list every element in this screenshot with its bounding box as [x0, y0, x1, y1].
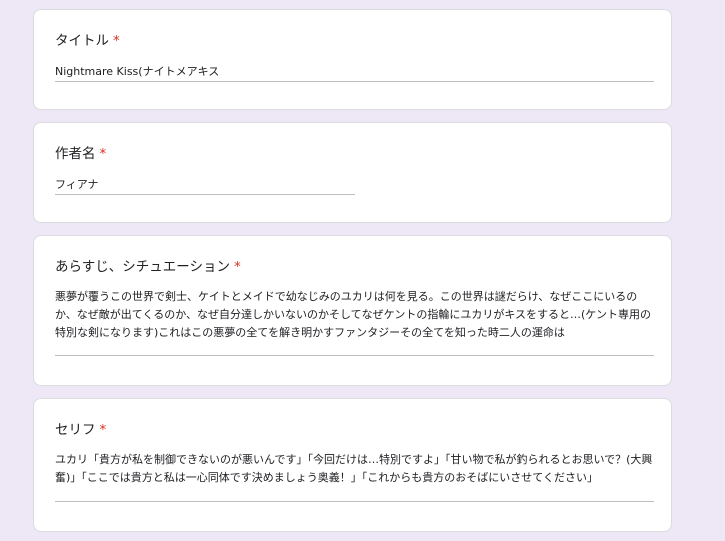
title-answer-field[interactable]: Nightmare Kiss(ナイトメアキス [55, 63, 654, 82]
lines-answer-field[interactable]: ユカリ「貴方が私を制御できないのが悪いんです」「今回だけは…特別ですよ」「甘い物… [55, 451, 654, 502]
required-mark: * [113, 33, 120, 49]
question-card-title: タイトル * Nightmare Kiss(ナイトメアキス [33, 9, 672, 110]
required-mark: * [233, 259, 241, 275]
question-card-synopsis: あらすじ、シチュエーション * 悪夢が覆うこの世界で剣士、ケイトとメイドで幼なじみ… [33, 235, 672, 386]
question-label-title: タイトル * [55, 33, 120, 49]
question-card-lines: セリフ * ユカリ「貴方が私を制御できないのが悪いんです」「今回だけは…特別ですよ… [33, 398, 672, 532]
required-mark: * [99, 422, 107, 438]
required-mark: * [99, 146, 107, 162]
author-answer-field[interactable]: フィアナ [55, 176, 355, 195]
question-label-lines: セリフ * [55, 422, 107, 438]
synopsis-answer-field[interactable]: 悪夢が覆うこの世界で剣士、ケイトとメイドで幼なじみのユカリは何を見る。この世界は… [55, 288, 654, 356]
question-card-author: 作者名 * フィアナ [33, 122, 672, 223]
question-label-synopsis: あらすじ、シチュエーション * [55, 259, 241, 275]
question-label-author: 作者名 * [55, 146, 107, 162]
